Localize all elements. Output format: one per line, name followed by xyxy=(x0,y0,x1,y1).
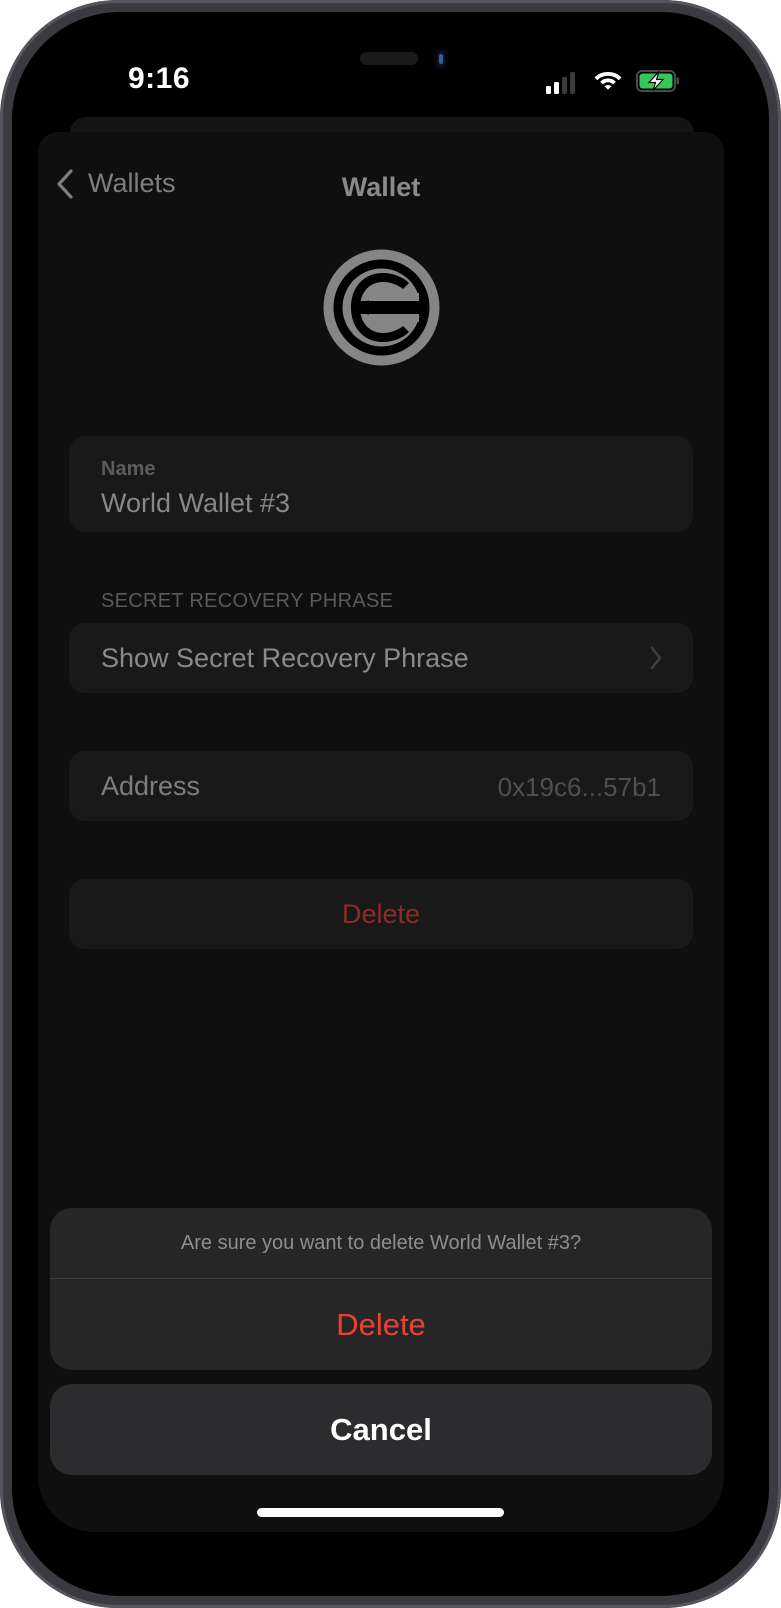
show-recovery-phrase-label: Show Secret Recovery Phrase xyxy=(101,643,469,673)
address-value: 0x19c6...57b1 xyxy=(497,772,661,802)
delete-wallet-button[interactable]: Delete xyxy=(69,879,693,949)
home-indicator[interactable] xyxy=(257,1508,504,1517)
page-title: Wallet xyxy=(341,172,421,202)
delete-confirmation-sheet: Are sure you want to delete World Wallet… xyxy=(50,1208,712,1370)
chevron-right-icon xyxy=(650,646,662,670)
cellular-signal-icon xyxy=(546,72,575,94)
delete-wallet-label: Delete xyxy=(341,899,421,929)
recovery-section-header: SECRET RECOVERY PHRASE xyxy=(101,590,394,612)
battery-charging-icon xyxy=(636,70,679,92)
name-label: Name xyxy=(101,458,156,480)
address-row[interactable]: Address 0x19c6...57b1 xyxy=(69,751,693,821)
status-time: 9:16 xyxy=(128,62,191,95)
cancel-button[interactable]: Cancel xyxy=(50,1384,712,1475)
address-label: Address xyxy=(101,771,201,801)
confirmation-message: Are sure you want to delete World Wallet… xyxy=(50,1208,712,1279)
phone-frame: 9:16 Wallets Wallet Name World Wallet #3… xyxy=(0,0,781,1608)
worldcoin-logo-icon xyxy=(323,249,440,366)
wallet-name-field[interactable]: Name World Wallet #3 xyxy=(69,436,693,532)
speaker-grille xyxy=(360,52,418,65)
show-recovery-phrase-button[interactable]: Show Secret Recovery Phrase xyxy=(69,623,693,693)
wifi-icon xyxy=(594,72,622,90)
name-value[interactable]: World Wallet #3 xyxy=(101,488,290,519)
phone-screen: 9:16 Wallets Wallet Name World Wallet #3… xyxy=(12,12,769,1596)
confirm-delete-button[interactable]: Delete xyxy=(50,1279,712,1370)
front-camera xyxy=(434,48,448,70)
